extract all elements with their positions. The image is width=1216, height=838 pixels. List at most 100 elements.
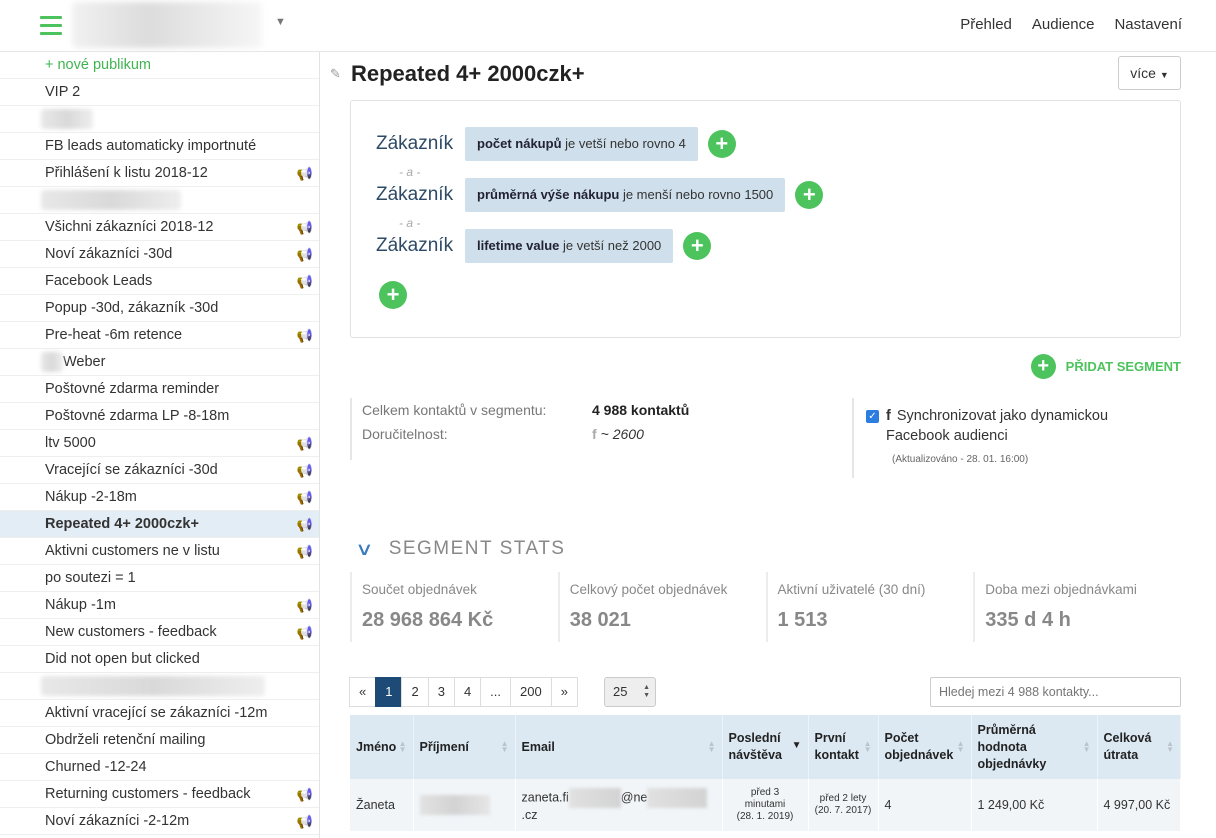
stats-toggle[interactable]: ∨ SEGMENT STATS: [355, 538, 566, 560]
sidebar-item[interactable]: Aktivni customers ne v listu 📢: [0, 538, 319, 565]
col-jmeno[interactable]: Jméno ▲ ▼: [350, 715, 414, 779]
col-prijmeni[interactable]: Příjmení ▲ ▼: [413, 715, 516, 779]
add-audience-link[interactable]: + nové publikum: [0, 52, 319, 79]
col-label: Průměrná hodnota objednávky: [977, 722, 1047, 771]
nav-prehled[interactable]: Přehled: [960, 16, 1012, 33]
plus-icon: +: [1030, 354, 1056, 379]
sidebar-item-label: Weber: [63, 354, 106, 370]
email-part: zaneta.fi: [521, 790, 569, 805]
sidebar-item[interactable]: po soutezi = 1: [0, 565, 319, 592]
sidebar-item-label: Churned -12-24: [45, 759, 147, 775]
cell-pocet: 4: [878, 779, 972, 831]
col-pocet-objednavek[interactable]: Počet objednávek ▲ ▼: [878, 715, 972, 779]
main-panel: ✎ Repeated 4+ 2000czk+ více ▼ Zákazník p…: [320, 52, 1216, 838]
deliverability-row: Doručitelnost: f ~ 2600: [362, 422, 840, 446]
stat-card: Doba mezi objednávkami 335 d 4 h: [973, 572, 1181, 642]
sidebar-item[interactable]: Poštovné zdarma LP -8-18m: [0, 403, 319, 430]
add-row-icon[interactable]: +: [379, 281, 407, 309]
chevron-down-icon: ∨: [355, 538, 376, 559]
nav-nastaveni[interactable]: Nastavení: [1114, 16, 1182, 33]
page-4[interactable]: 4: [453, 677, 482, 707]
condition-pill[interactable]: průměrná výše nákupu je menší nebo rovno…: [465, 178, 786, 212]
page-1[interactable]: 1: [375, 677, 403, 707]
menu-icon[interactable]: [40, 16, 62, 36]
sidebar-item[interactable]: Všichni zákazníci 2018-12 📢: [0, 214, 319, 241]
condition-pill[interactable]: počet nákupů je vetší nebo rovno 4: [465, 127, 698, 161]
sidebar-item[interactable]: [0, 106, 319, 133]
megaphone-icon: 📢: [296, 598, 313, 613]
table-row[interactable]: Žaneta zaneta.fi @ne .cz před 3 minutami (28…: [350, 779, 1181, 831]
col-prvni-kontakt[interactable]: První kontakt ▲ ▼: [808, 715, 879, 779]
sidebar-item[interactable]: [0, 673, 319, 700]
page-next[interactable]: »: [550, 677, 578, 707]
sync-checkbox[interactable]: ✓: [866, 410, 879, 423]
sidebar-item[interactable]: Repeated 4+ 2000czk+ 📢: [0, 511, 319, 538]
sidebar-item[interactable]: Nákup -1m 📢: [0, 592, 319, 619]
sidebar-item-label: Obdrželi retenční mailing: [45, 732, 206, 748]
contact-search-input[interactable]: [930, 677, 1181, 707]
sidebar-item[interactable]: Did not open but clicked: [0, 646, 319, 673]
stat-card: Součet objednávek 28 968 864 Kč: [350, 572, 558, 642]
col-celkova-utrata[interactable]: Celková útrata ▲ ▼: [1097, 715, 1181, 779]
megaphone-icon: 📢: [296, 544, 313, 559]
megaphone-icon: 📢: [296, 463, 313, 478]
sidebar-item[interactable]: Obdrželi retenční mailing: [0, 727, 319, 754]
more-button[interactable]: více ▼: [1118, 56, 1181, 90]
sidebar: + nové publikum VIP 2 FB leads automatick…: [0, 52, 320, 838]
sidebar-item[interactable]: Poštovné zdarma reminder: [0, 376, 319, 403]
sidebar-item[interactable]: Returning customers - feedback 📢: [0, 781, 319, 808]
sidebar-item[interactable]: Noví zákazníci -30d 📢: [0, 241, 319, 268]
col-label: Celková útrata: [1103, 731, 1152, 762]
sidebar-item[interactable]: Přihlášení k listu 2018-12 📢: [0, 160, 319, 187]
stat-value: 38 021: [569, 609, 631, 631]
sidebar-item[interactable]: Popup -30d, zákazník -30d: [0, 295, 319, 322]
add-condition-icon[interactable]: +: [683, 232, 712, 260]
stat-label: Aktivní uživatelé (30 dní): [777, 582, 926, 597]
sidebar-item[interactable]: Facebook Leads 📢: [0, 268, 319, 295]
top-nav: Přehled Audience Nastavení: [960, 16, 1182, 33]
page-2[interactable]: 2: [401, 677, 429, 707]
sidebar-item[interactable]: Vracející se zákazníci -30d 📢: [0, 457, 319, 484]
sidebar-item-label: Did not open but clicked: [45, 651, 200, 667]
megaphone-icon: 📢: [296, 220, 313, 235]
chevron-down-icon[interactable]: ▼: [275, 16, 286, 28]
add-condition-icon[interactable]: +: [707, 130, 736, 158]
col-email[interactable]: Email ▲ ▼: [515, 715, 723, 779]
megaphone-icon: 📢: [296, 247, 313, 262]
sidebar-item[interactable]: Churned -12-24: [0, 754, 319, 781]
col-label: Poslední návštěva: [728, 731, 783, 762]
sidebar-item[interactable]: Aktivní vracející se zákazníci -12m: [0, 700, 319, 727]
add-condition-icon[interactable]: +: [795, 181, 824, 209]
sidebar-item[interactable]: New customers - feedback 📢: [0, 619, 319, 646]
sidebar-item-label: New customers - feedback: [45, 624, 217, 640]
sidebar-item[interactable]: [0, 187, 319, 214]
col-label: Počet objednávek: [884, 731, 954, 762]
sidebar-item-label: Aktivní vracející se zákazníci -12m: [45, 705, 268, 721]
sidebar-item[interactable]: Noví zákazníci -2-12m 📢: [0, 808, 319, 835]
sidebar-item[interactable]: FB leads automaticky importnuté: [0, 133, 319, 160]
sidebar-item[interactable]: Pre-heat -6m retence 📢: [0, 322, 319, 349]
page-title[interactable]: Repeated 4+ 2000czk+: [351, 61, 585, 87]
megaphone-icon: 📢: [296, 814, 313, 829]
col-label: Příjmení: [419, 739, 469, 754]
deliverability-label: Doručitelnost:: [362, 426, 448, 442]
page-200[interactable]: 200: [510, 677, 552, 707]
add-segment-button[interactable]: + PŘIDAT SEGMENT: [1030, 354, 1181, 379]
sidebar-item[interactable]: ltv 5000 📢: [0, 430, 319, 457]
brand-logo[interactable]: [72, 2, 262, 48]
condition-pill[interactable]: lifetime value je vetší než 2000: [465, 229, 674, 263]
page-3[interactable]: 3: [427, 677, 455, 707]
sidebar-item-label: VIP 2: [45, 84, 81, 100]
sidebar-item[interactable]: Weber: [0, 349, 319, 376]
per-page-select[interactable]: 25 ▲ ▼: [604, 677, 656, 707]
deliverability-value-wrap: f ~ 2600: [592, 422, 644, 446]
megaphone-icon: 📢: [296, 166, 313, 181]
sidebar-item[interactable]: VIP 2: [0, 79, 319, 106]
col-posledni-navsteva[interactable]: Poslední návštěva ▼: [722, 715, 809, 779]
page-prev[interactable]: «: [349, 677, 377, 707]
col-prumerna-hodnota[interactable]: Průměrná hodnota objednávky ▲ ▼: [971, 715, 1098, 779]
pencil-icon[interactable]: ✎: [330, 66, 341, 82]
sidebar-item[interactable]: Nákup -2-18m 📢: [0, 484, 319, 511]
nav-audience[interactable]: Audience: [1032, 16, 1095, 33]
sort-icon: ▲ ▼: [863, 739, 872, 754]
